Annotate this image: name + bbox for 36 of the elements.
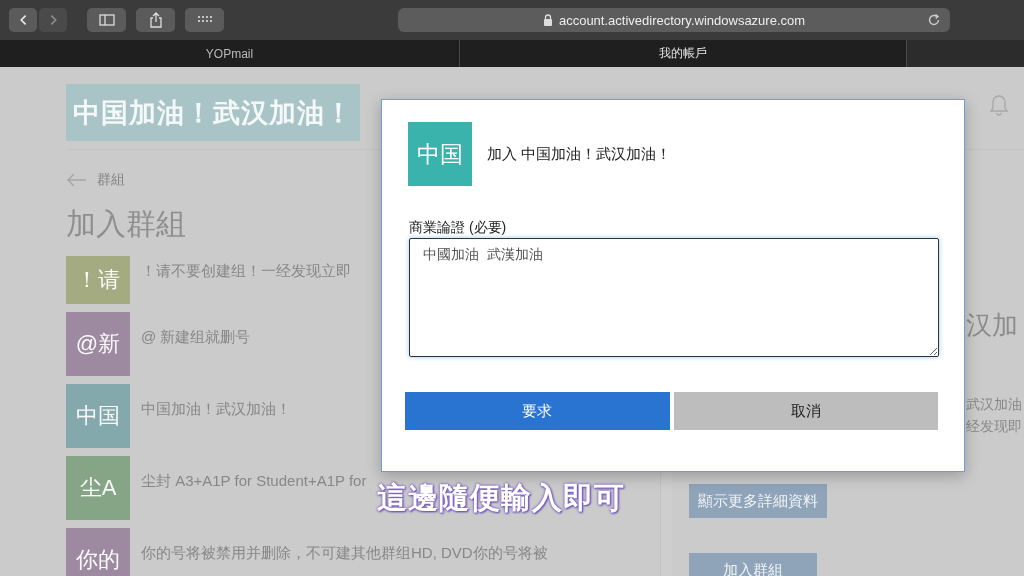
sidebar-icon: [98, 14, 115, 26]
group-tile[interactable]: 你的: [66, 528, 130, 576]
group-name[interactable]: @ 新建组就删号: [141, 328, 251, 347]
group-name[interactable]: 尘封 A3+A1P for Student+A1P for: [141, 472, 367, 491]
group-description: 武汉加油: [966, 395, 1023, 414]
site-logo[interactable]: 中国加油！武汉加油！: [66, 84, 360, 141]
back-link[interactable]: 群組: [97, 171, 125, 189]
reload-icon[interactable]: [927, 13, 941, 27]
group-description: 经发现即: [966, 417, 1023, 436]
group-tile[interactable]: 尘A: [66, 456, 130, 520]
page-heading: 加入群組: [66, 206, 186, 242]
field-label: 商業論證 (必要): [409, 219, 508, 237]
video-caption: 這邊隨便輸入即可: [377, 480, 625, 515]
dialog-title: 加入 中国加油！武汉加油！: [487, 144, 672, 164]
details-button[interactable]: 顯示更多詳細資料: [689, 484, 827, 518]
back-button[interactable]: [9, 8, 37, 32]
group-tile[interactable]: @新: [66, 312, 130, 376]
join-button[interactable]: 加入群組: [689, 553, 817, 576]
browser-tab[interactable]: 我的帳戶: [460, 40, 907, 67]
group-tile[interactable]: ！请: [66, 256, 130, 304]
address-bar[interactable]: account.activedirectory.windowsazure.com: [398, 8, 950, 32]
cancel-button[interactable]: 取消: [673, 392, 938, 430]
browser-tab[interactable]: YOPmail: [0, 40, 460, 67]
sidebar-button[interactable]: [87, 8, 126, 32]
group-tile: 中国: [408, 122, 472, 186]
share-button[interactable]: [136, 8, 175, 32]
share-icon: [148, 12, 163, 28]
group-name[interactable]: 中国加油！武汉加油！: [141, 400, 291, 419]
group-name[interactable]: 你的号将被禁用并删除，不可建其他群组HD, DVD你的号将被: [141, 544, 548, 563]
group-title: 汉加: [966, 309, 1019, 342]
lock-icon: [542, 14, 553, 26]
justification-field[interactable]: 中國加油 武漢加油: [409, 238, 939, 357]
grid-button[interactable]: [185, 8, 224, 32]
grid-icon: [196, 15, 213, 25]
group-tile[interactable]: 中国: [66, 384, 130, 448]
request-button[interactable]: 要求: [405, 392, 670, 430]
